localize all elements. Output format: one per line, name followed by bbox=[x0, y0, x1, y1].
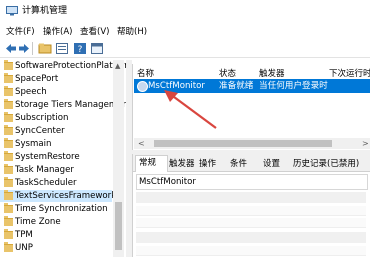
toolbar: ? bbox=[0, 40, 370, 58]
tree-item-label: SystemRestore bbox=[15, 152, 80, 162]
folder-icon bbox=[4, 177, 13, 187]
back-arrow-icon[interactable] bbox=[4, 42, 18, 55]
folder-icon bbox=[4, 242, 13, 252]
svg-text:?: ? bbox=[78, 45, 83, 55]
task-name-field[interactable]: MsCtfMonitor bbox=[136, 174, 368, 190]
forward-arrow-icon[interactable] bbox=[17, 42, 31, 55]
toolbar-separator bbox=[32, 42, 33, 55]
folder-icon bbox=[4, 125, 13, 135]
tree-item-label: Subscription bbox=[15, 113, 69, 123]
tree-scrollbar[interactable]: ▲ bbox=[113, 60, 124, 257]
details-tab-strip: 常规 触发器 操作 条件 设置 历史记录(已禁用) bbox=[133, 154, 370, 172]
tree-item-time-synchronization[interactable]: Time Synchronization bbox=[0, 203, 112, 215]
tree-item-tpm[interactable]: TPM bbox=[0, 229, 112, 241]
folder-icon bbox=[4, 216, 13, 226]
tree-item-label: SyncCenter bbox=[15, 126, 65, 136]
folder-icon bbox=[4, 73, 13, 83]
tab-general[interactable]: 常规 bbox=[135, 155, 168, 172]
menu-help[interactable]: 帮助(H) bbox=[117, 27, 147, 38]
tree-item-storage-tiers-management[interactable]: Storage Tiers Management bbox=[0, 99, 126, 111]
column-header-next-run[interactable]: 下次运行时间 bbox=[329, 67, 370, 79]
tree-item-taskscheduler[interactable]: TaskScheduler bbox=[0, 177, 112, 189]
window-title: 计算机管理 bbox=[22, 6, 68, 16]
menu-file[interactable]: 文件(F) bbox=[6, 27, 35, 38]
properties-icon[interactable] bbox=[55, 42, 69, 55]
panel-icon[interactable] bbox=[90, 42, 104, 55]
tree-item-sysmain[interactable]: Sysmain bbox=[0, 138, 112, 150]
folder-up-icon[interactable] bbox=[38, 42, 52, 55]
task-details-pane: 常规 触发器 操作 条件 设置 历史记录(已禁用) MsCtfMonitor bbox=[132, 154, 370, 257]
detail-section-bar bbox=[136, 192, 366, 203]
tree-item-label: SoftwareProtectionPlatform bbox=[15, 61, 127, 71]
task-status: 准备就绪 bbox=[219, 81, 254, 91]
annotation-arrow-icon bbox=[164, 90, 217, 129]
tab-history[interactable]: 历史记录(已禁用) bbox=[293, 157, 359, 169]
folder-icon bbox=[4, 190, 13, 200]
scroll-left-arrow-icon[interactable]: < bbox=[138, 139, 145, 148]
detail-row bbox=[136, 218, 366, 228]
folder-icon bbox=[4, 229, 13, 239]
folder-icon bbox=[4, 164, 13, 174]
folder-icon bbox=[4, 99, 13, 109]
help-icon[interactable]: ? bbox=[73, 42, 87, 55]
tree-item-label: Storage Tiers Management bbox=[15, 100, 127, 110]
menu-action[interactable]: 操作(A) bbox=[43, 27, 72, 38]
tree-item-label: TaskScheduler bbox=[15, 178, 77, 188]
computer-management-icon bbox=[6, 6, 18, 16]
tree-item-time-zone[interactable]: Time Zone bbox=[0, 216, 112, 228]
task-trigger: 当任何用户登录时 bbox=[259, 81, 328, 91]
scroll-up-arrow-icon[interactable]: ▲ bbox=[115, 62, 120, 70]
folder-icon bbox=[4, 86, 13, 96]
tree-item-label: Time Synchronization bbox=[15, 204, 108, 214]
task-icon bbox=[137, 81, 148, 92]
scroll-right-arrow-icon[interactable]: > bbox=[362, 139, 369, 148]
tab-conditions[interactable]: 条件 bbox=[230, 157, 247, 169]
menu-view[interactable]: 查看(V) bbox=[80, 27, 109, 38]
menu-bar: 文件(F) 操作(A) 查看(V) 帮助(H) bbox=[0, 24, 370, 40]
tree-item-label: TextServicesFramework bbox=[15, 191, 117, 201]
folder-icon bbox=[4, 151, 13, 161]
tab-settings[interactable]: 设置 bbox=[263, 157, 280, 169]
list-horizontal-scrollbar[interactable]: < > bbox=[134, 138, 370, 149]
tree-item-label: Sysmain bbox=[15, 139, 52, 149]
tree-item-synccenter[interactable]: SyncCenter bbox=[0, 125, 112, 137]
folder-icon bbox=[4, 60, 13, 70]
detail-row bbox=[136, 206, 366, 216]
tree-item-label: Time Zone bbox=[15, 217, 61, 227]
folder-icon bbox=[4, 203, 13, 213]
tab-actions[interactable]: 操作 bbox=[199, 157, 216, 169]
column-header-name[interactable]: 名称 bbox=[137, 67, 154, 79]
scrollbar-thumb[interactable] bbox=[115, 202, 122, 250]
tree-item-unp[interactable]: UNP bbox=[0, 242, 112, 254]
tree-item-textservicesframework[interactable]: TextServicesFramework bbox=[0, 190, 116, 202]
task-name-value: MsCtfMonitor bbox=[139, 177, 196, 187]
tree-item-label: SpacePort bbox=[15, 74, 59, 84]
folder-icon bbox=[4, 138, 13, 148]
tree-item-label: UNP bbox=[15, 243, 33, 253]
tree-item-label: TPM bbox=[15, 230, 33, 240]
title-bar: 计算机管理 bbox=[0, 0, 370, 22]
tree-item-softwareprotectionplatform[interactable]: SoftwareProtectionPlatform bbox=[0, 60, 126, 72]
tree-item-task-manager[interactable]: Task Manager bbox=[0, 164, 112, 176]
tree-item-systemrestore[interactable]: SystemRestore bbox=[0, 151, 112, 163]
column-header-status[interactable]: 状态 bbox=[219, 67, 236, 79]
tree-item-spaceport[interactable]: SpacePort bbox=[0, 73, 112, 85]
tree-item-speech[interactable]: Speech bbox=[0, 86, 112, 98]
navigation-tree: SoftwareProtectionPlatform SpacePort Spe… bbox=[0, 60, 127, 257]
column-header-trigger[interactable]: 触发器 bbox=[259, 67, 285, 79]
tree-item-label: Speech bbox=[15, 87, 47, 97]
detail-row bbox=[136, 246, 366, 256]
scrollbar-thumb[interactable] bbox=[154, 140, 332, 147]
tree-item-label: Task Manager bbox=[15, 165, 74, 175]
tree-item-subscription[interactable]: Subscription bbox=[0, 112, 112, 124]
folder-icon bbox=[4, 112, 13, 122]
detail-section-bar bbox=[136, 232, 366, 243]
tab-triggers[interactable]: 触发器 bbox=[169, 157, 195, 169]
